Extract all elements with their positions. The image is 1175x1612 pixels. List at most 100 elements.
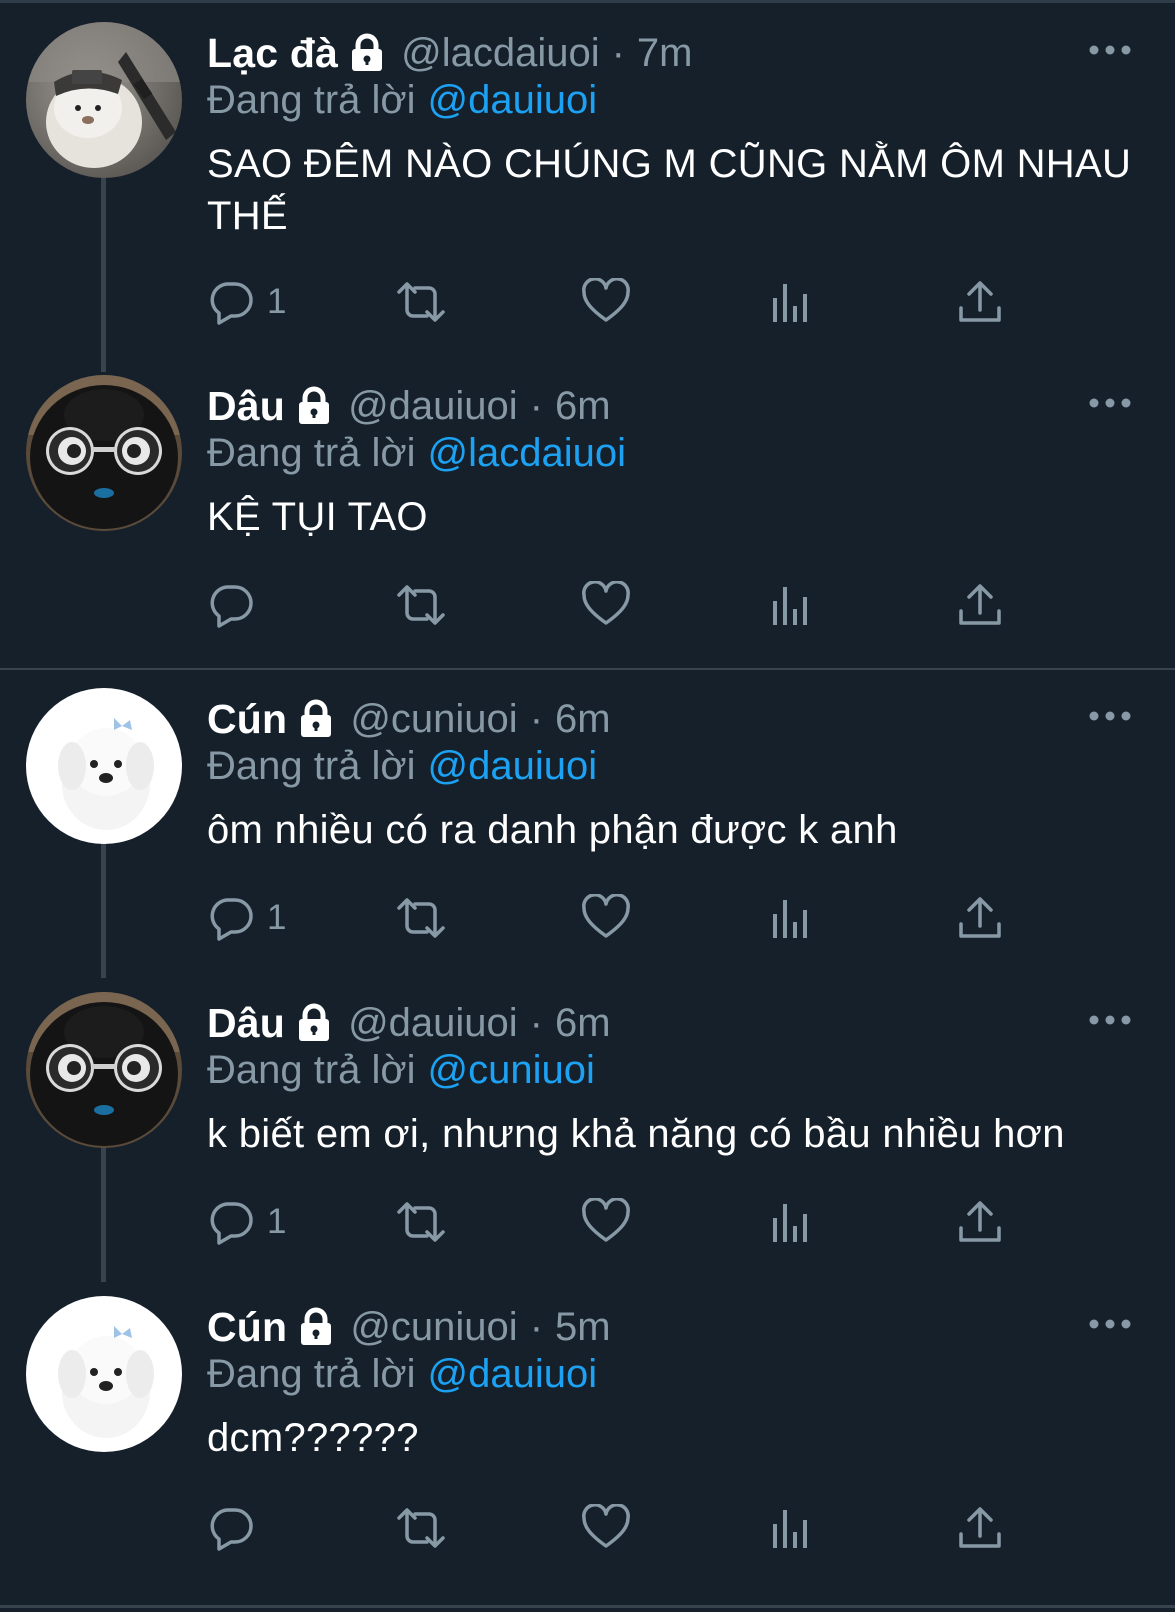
retweet-icon xyxy=(397,585,445,625)
analytics-icon xyxy=(773,1204,807,1242)
like-button[interactable] xyxy=(581,1194,631,1250)
tweet-text: dcm?????? xyxy=(207,1416,419,1460)
share-button[interactable] xyxy=(957,274,1003,330)
timestamp[interactable]: 7m xyxy=(637,31,693,76)
more-options-icon[interactable] xyxy=(1088,1314,1132,1334)
reply-mention-link[interactable]: @lacdaiuoi xyxy=(428,431,627,475)
share-icon xyxy=(959,1201,1001,1242)
share-button[interactable] xyxy=(957,577,1003,633)
analytics-button[interactable] xyxy=(771,1500,811,1556)
reply-icon xyxy=(210,898,253,941)
reply-mention-link[interactable]: @dauiuoi xyxy=(428,1352,598,1396)
replying-to: Đang trả lời @dauiuoi xyxy=(207,78,597,128)
analytics-icon xyxy=(773,1510,807,1548)
timestamp[interactable]: 5m xyxy=(555,1305,611,1350)
user-handle[interactable]: @cuniuoi xyxy=(350,697,517,742)
replying-to: Đang trả lời @dauiuoi xyxy=(207,744,597,794)
lock-icon xyxy=(296,1307,336,1347)
share-button[interactable] xyxy=(957,1194,1003,1250)
separator-dot: · xyxy=(611,30,625,75)
display-name[interactable]: Dâu xyxy=(207,1000,285,1047)
user-handle[interactable]: @dauiuoi xyxy=(348,384,518,429)
tweet[interactable]: Dâu @dauiuoi · 6m Đang trả lời @cuniuoi k… xyxy=(0,974,1175,1278)
avatar[interactable] xyxy=(26,1296,182,1452)
retweet-button[interactable] xyxy=(393,274,449,330)
reply-mention-link[interactable]: @cuniuoi xyxy=(428,1048,595,1092)
tweet[interactable]: Lạc đà @lacdaiuoi · 7m Đang trả lời @daui… xyxy=(0,4,1175,356)
user-handle[interactable]: @dauiuoi xyxy=(348,1001,518,1046)
tweet[interactable]: Cún @cuniuoi · 6m Đang trả lời @dauiuoi ô… xyxy=(0,670,1175,974)
retweet-button[interactable] xyxy=(393,1500,449,1556)
reply-count: 1 xyxy=(267,898,287,937)
retweet-icon xyxy=(397,898,445,938)
like-button[interactable] xyxy=(581,1500,631,1556)
heart-icon xyxy=(582,1198,630,1242)
reply-icon xyxy=(210,1508,253,1551)
more-options-icon[interactable] xyxy=(1088,393,1132,413)
reply-button[interactable]: 1 xyxy=(207,890,286,946)
replying-to: Đang trả lời @lacdaiuoi xyxy=(207,431,626,481)
tweet[interactable]: Cún @cuniuoi · 5m Đang trả lời @dauiuoi d… xyxy=(0,1278,1175,1604)
analytics-button[interactable] xyxy=(771,577,811,633)
retweet-icon xyxy=(397,1202,445,1242)
share-button[interactable] xyxy=(957,1500,1003,1556)
separator-dot: · xyxy=(529,383,543,428)
reply-button[interactable] xyxy=(207,1500,267,1556)
avatar[interactable] xyxy=(26,688,182,844)
like-button[interactable] xyxy=(581,890,631,946)
retweet-icon xyxy=(397,282,445,322)
reply-icon xyxy=(210,585,253,628)
conversation-thread: Lạc đà @lacdaiuoi · 7m Đang trả lời @daui… xyxy=(0,0,1175,1612)
tweet-actions xyxy=(207,577,1137,633)
like-button[interactable] xyxy=(581,274,631,330)
timestamp[interactable]: 6m xyxy=(555,697,611,742)
tweet-actions: 1 xyxy=(207,890,1137,946)
separator-dot: · xyxy=(529,1000,543,1045)
reply-mention-link[interactable]: @dauiuoi xyxy=(428,744,598,788)
display-name[interactable]: Cún xyxy=(207,1304,287,1351)
analytics-button[interactable] xyxy=(771,1194,811,1250)
reply-button[interactable]: 1 xyxy=(207,1194,286,1250)
reply-mention-link[interactable]: @dauiuoi xyxy=(428,78,598,122)
display-name[interactable]: Lạc đà xyxy=(207,30,338,77)
reply-button[interactable] xyxy=(207,577,267,633)
separator-dot: · xyxy=(529,1304,544,1349)
share-icon xyxy=(959,281,1001,322)
more-options-icon[interactable] xyxy=(1088,1010,1132,1030)
plush-glasses-avatar-icon xyxy=(26,375,182,531)
tweet-text: ôm nhiều có ra danh phận được k anh xyxy=(207,808,898,852)
reply-icon xyxy=(210,1202,253,1245)
top-divider xyxy=(0,0,1175,3)
analytics-icon xyxy=(773,900,807,938)
user-handle[interactable]: @lacdaiuoi xyxy=(401,31,600,76)
analytics-button[interactable] xyxy=(771,274,811,330)
tweet-actions: 1 xyxy=(207,1194,1137,1250)
avatar[interactable] xyxy=(26,992,182,1148)
avatar[interactable] xyxy=(26,22,182,178)
avatar[interactable] xyxy=(26,375,182,531)
retweet-button[interactable] xyxy=(393,1194,449,1250)
analytics-button[interactable] xyxy=(771,890,811,946)
analytics-icon xyxy=(773,587,807,625)
reply-count: 1 xyxy=(267,1202,287,1241)
share-button[interactable] xyxy=(957,890,1003,946)
more-options-icon[interactable] xyxy=(1088,706,1132,726)
retweet-button[interactable] xyxy=(393,577,449,633)
timestamp[interactable]: 6m xyxy=(555,1001,611,1046)
retweet-button[interactable] xyxy=(393,890,449,946)
replying-to-label: Đang trả lời xyxy=(207,1048,416,1092)
plush-glasses-avatar-icon xyxy=(26,992,182,1148)
user-handle[interactable]: @cuniuoi xyxy=(350,1305,517,1350)
tweet-text: SAO ĐÊM NÀO CHÚNG M CŨNG NẰM ÔM NHAU THẾ xyxy=(207,142,1132,238)
reply-button[interactable]: 1 xyxy=(207,274,286,330)
display-name[interactable]: Cún xyxy=(207,696,287,743)
tweet[interactable]: Dâu @dauiuoi · 6m Đang trả lời @lacdaiuoi… xyxy=(0,357,1175,667)
timestamp[interactable]: 6m xyxy=(555,384,611,429)
like-button[interactable] xyxy=(581,577,631,633)
tweet-actions: 1 xyxy=(207,274,1137,330)
display-name[interactable]: Dâu xyxy=(207,383,285,430)
replying-to: Đang trả lời @cuniuoi xyxy=(207,1048,595,1098)
more-options-icon[interactable] xyxy=(1088,40,1132,60)
replying-to-label: Đang trả lời xyxy=(207,744,416,788)
replying-to-label: Đang trả lời xyxy=(207,78,416,122)
